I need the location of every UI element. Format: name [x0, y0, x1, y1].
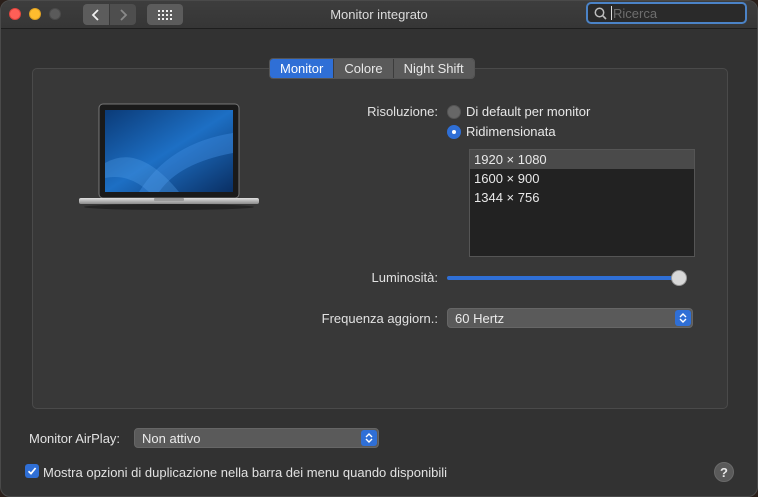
mirroring-checkbox[interactable] — [25, 464, 39, 478]
laptop-image — [79, 103, 259, 210]
resolution-list[interactable]: 1920 × 1080 1600 × 900 1344 × 756 — [469, 149, 695, 257]
brightness-slider-knob[interactable] — [671, 270, 687, 286]
brightness-label: Luminosità: — [371, 270, 438, 285]
search-icon — [594, 7, 607, 20]
refresh-label: Frequenza aggiorn.: — [321, 311, 438, 326]
tab-night-shift[interactable]: Night Shift — [393, 59, 474, 78]
updown-arrows-icon — [675, 310, 691, 326]
resolution-label: Risoluzione: — [367, 104, 438, 119]
radio-scaled-button[interactable] — [447, 124, 461, 139]
airplay-label: Monitor AirPlay: — [29, 431, 121, 446]
brightness-slider-track[interactable] — [447, 276, 681, 280]
tab-monitor[interactable]: Monitor — [270, 59, 335, 78]
tab-colore[interactable]: Colore — [334, 59, 394, 78]
search-input[interactable]: Ricerca — [613, 6, 657, 21]
search-field[interactable]: Ricerca — [586, 2, 747, 24]
radio-default-label: Di default per monitor — [466, 104, 591, 119]
list-item[interactable]: 1920 × 1080 — [470, 150, 694, 169]
help-button[interactable]: ? — [714, 462, 734, 482]
airplay-value: Non attivo — [142, 430, 201, 446]
preferences-window: Monitor integrato Ricerca Monitor Colore… — [0, 0, 758, 497]
radio-default[interactable]: Di default per monitor — [447, 104, 590, 119]
radio-scaled[interactable]: Ridimensionata — [447, 124, 556, 139]
airplay-select[interactable]: Non attivo — [134, 428, 379, 448]
list-item[interactable]: 1344 × 756 — [470, 188, 694, 207]
checkmark-icon — [27, 467, 37, 475]
refresh-rate-select[interactable]: 60 Hertz — [447, 308, 693, 328]
list-item[interactable]: 1600 × 900 — [470, 169, 694, 188]
mirroring-label[interactable]: Mostra opzioni di duplicazione nella bar… — [43, 465, 447, 480]
updown-arrows-icon — [361, 430, 377, 446]
segmented-tabs: Monitor Colore Night Shift — [269, 58, 475, 79]
text-cursor — [611, 6, 612, 20]
radio-default-button[interactable] — [447, 104, 461, 119]
radio-scaled-label: Ridimensionata — [466, 124, 556, 139]
refresh-rate-value: 60 Hertz — [455, 310, 505, 326]
title-bar: Monitor integrato Ricerca — [1, 1, 757, 29]
